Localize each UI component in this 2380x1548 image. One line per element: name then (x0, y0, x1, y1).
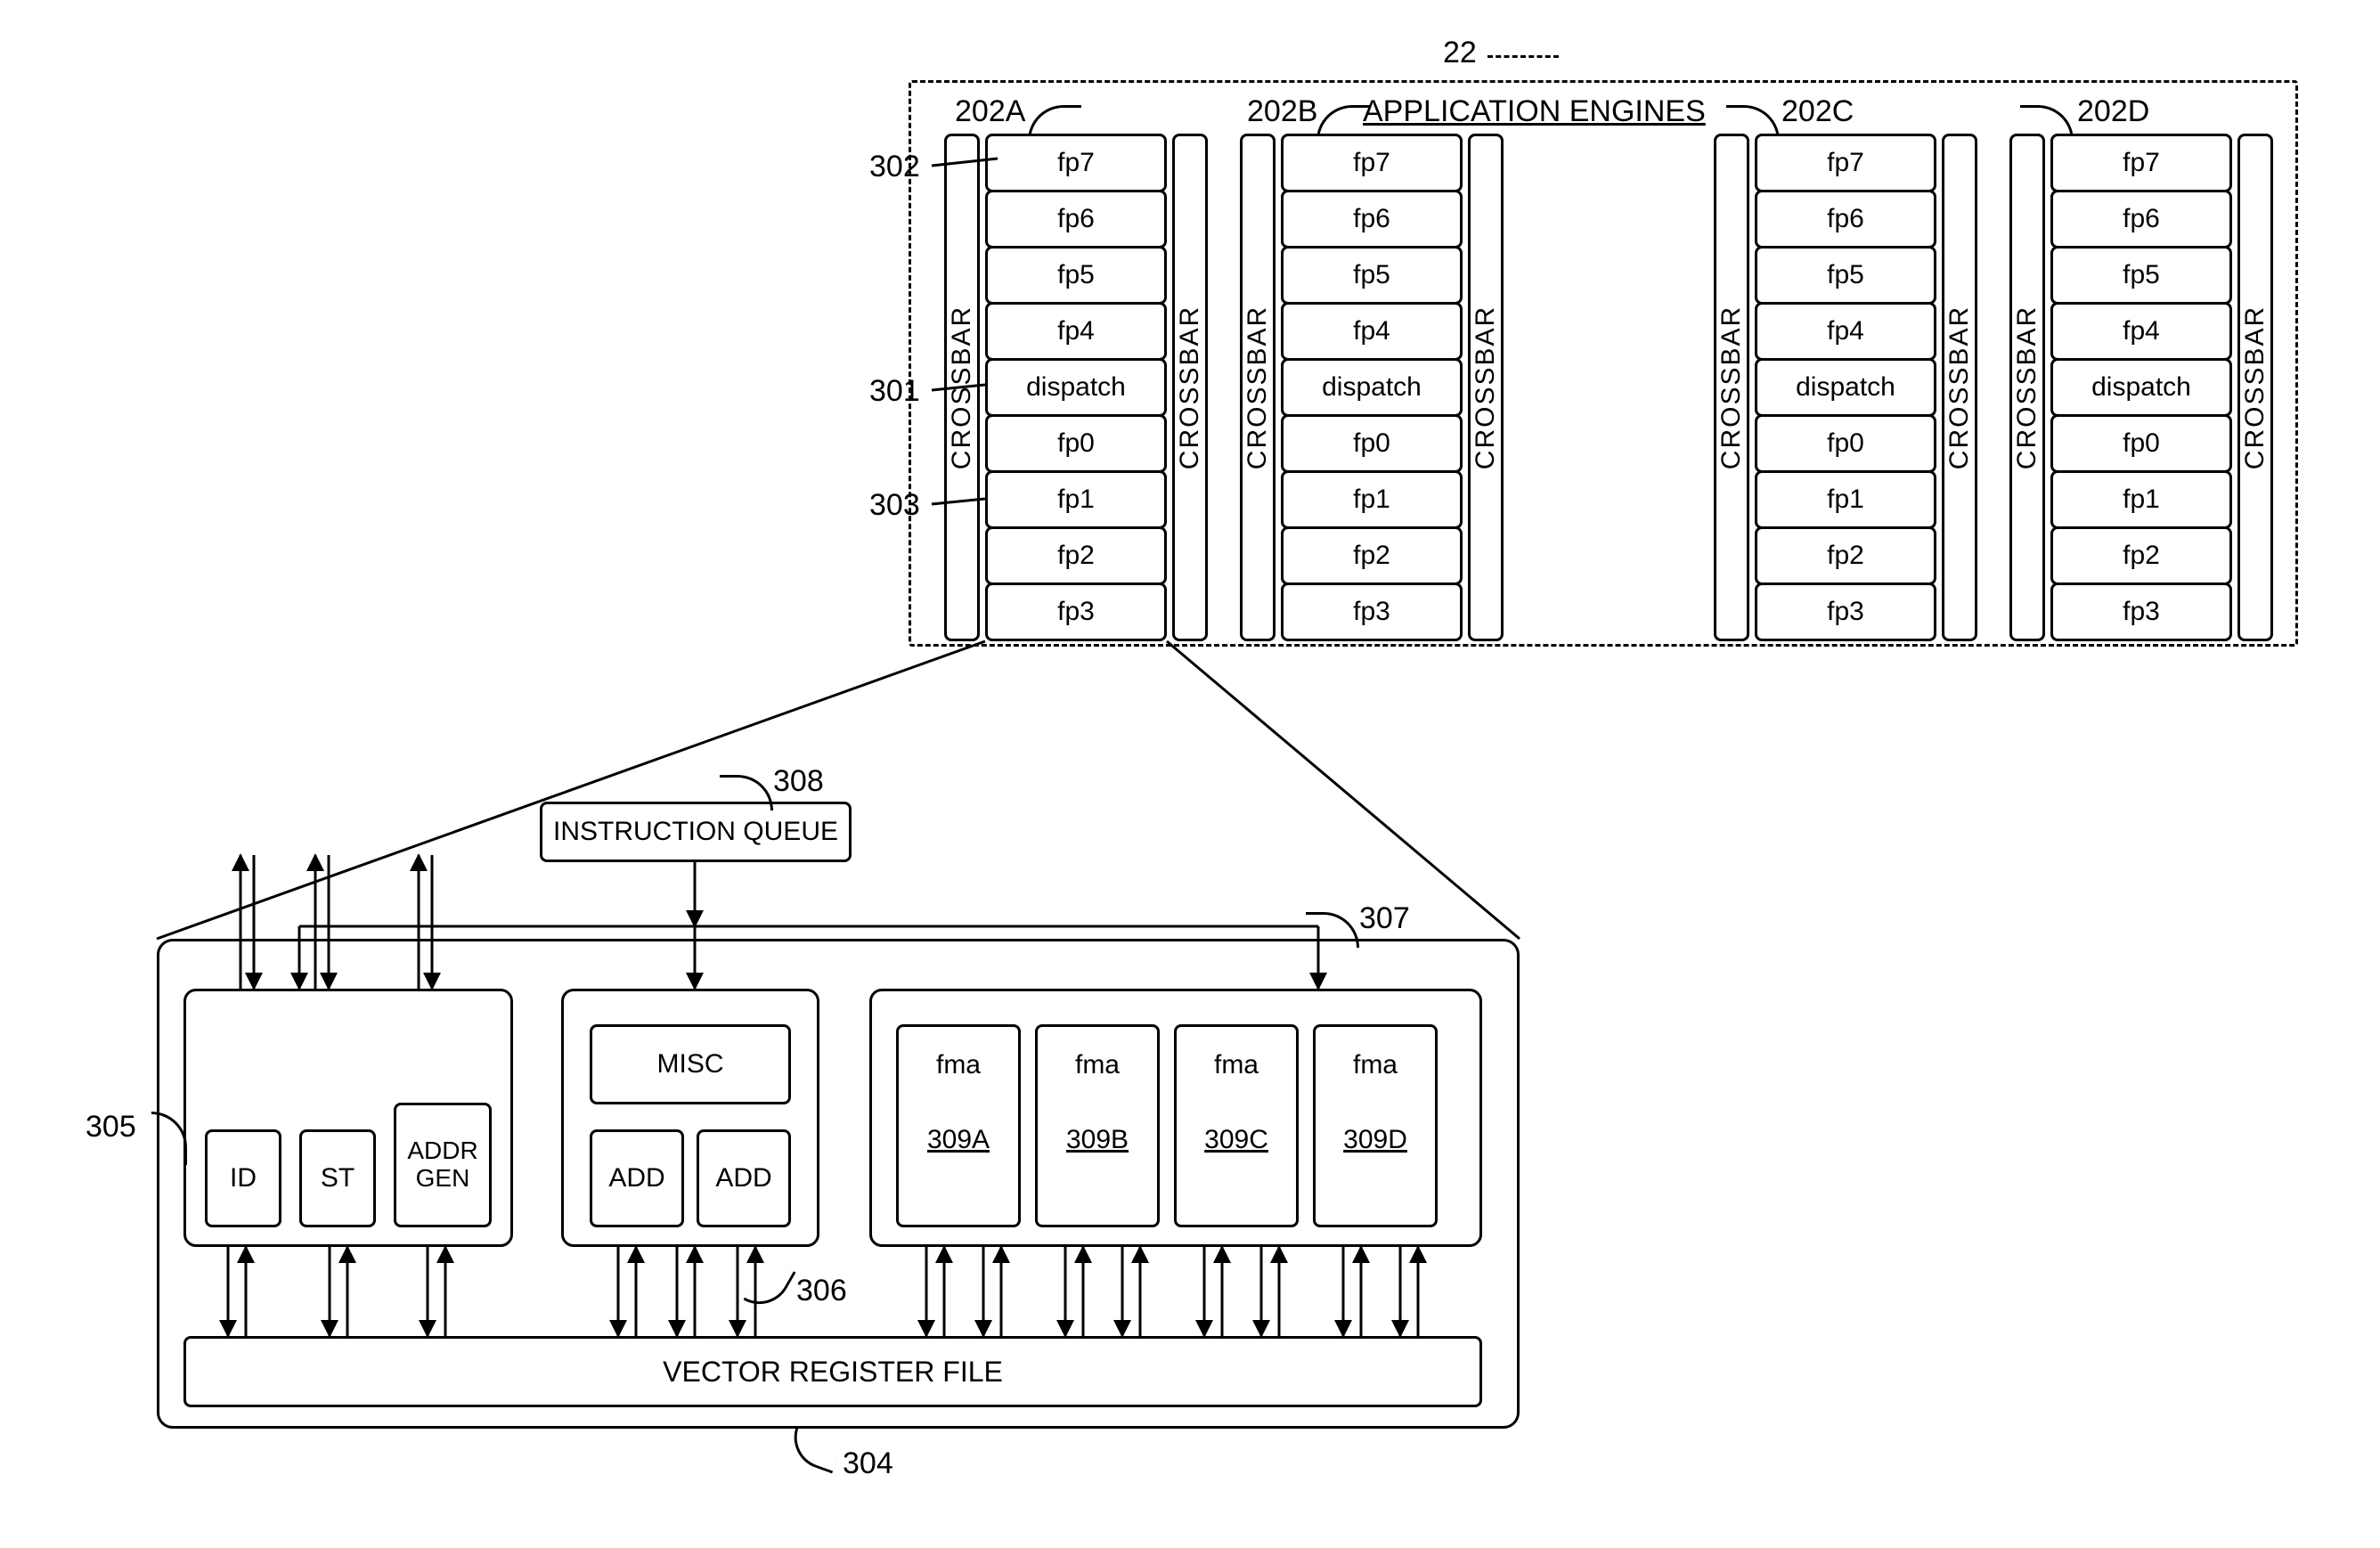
fma-label: fma (1177, 1050, 1296, 1080)
fma-label: fma (1038, 1050, 1157, 1080)
engine-cell-fp7: fp7 (2050, 134, 2232, 192)
ref-308: 308 (773, 764, 824, 799)
fma-309c: fma 309C (1174, 1024, 1299, 1227)
crossbar-right: CROSSBAR (1468, 134, 1504, 641)
fma-309b: fma 309B (1035, 1024, 1160, 1227)
engine-cell-fp1: fp1 (985, 470, 1167, 529)
engine-cell-dispatch: dispatch (1755, 358, 1936, 417)
fma-ref: 309D (1316, 1125, 1435, 1155)
tick-icon (1306, 912, 1359, 948)
ref-22: 22 (1443, 36, 1477, 70)
st-box: ST (299, 1129, 376, 1227)
engine-cell-fp7: fp7 (985, 134, 1167, 192)
fma-309a: fma 309A (896, 1024, 1021, 1227)
tick-icon (720, 775, 773, 811)
engine-cell-dispatch: dispatch (2050, 358, 2232, 417)
engine-cell-fp1: fp1 (1281, 470, 1463, 529)
crossbar-label: CROSSBAR (1944, 306, 1975, 469)
crossbar-label: CROSSBAR (2012, 306, 2042, 469)
engine-cell-dispatch: dispatch (1281, 358, 1463, 417)
add-box-2: ADD (697, 1129, 791, 1227)
crossbar-label: CROSSBAR (1175, 306, 1205, 469)
crossbar-left: CROSSBAR (1240, 134, 1276, 641)
engine-cell-fp5: fp5 (985, 246, 1167, 305)
ref-304: 304 (843, 1446, 893, 1481)
engine-cell-fp4: fp4 (1281, 302, 1463, 361)
engine-cell-fp5: fp5 (1281, 246, 1463, 305)
fma-label: fma (899, 1050, 1018, 1080)
crossbar-right: CROSSBAR (2237, 134, 2273, 641)
fma-label: fma (1316, 1050, 1435, 1080)
crossbar-label: CROSSBAR (947, 306, 977, 469)
engine-cell-fp5: fp5 (1755, 246, 1936, 305)
tick-icon (786, 1427, 844, 1474)
crossbar-label: CROSSBAR (1243, 306, 1273, 469)
engine-cell-fp0: fp0 (1281, 414, 1463, 473)
engine-cell-fp3: fp3 (1755, 583, 1936, 641)
ref-305: 305 (86, 1110, 136, 1145)
fma-ref: 309B (1038, 1125, 1157, 1155)
engine-cell-fp0: fp0 (2050, 414, 2232, 473)
crossbar-right: CROSSBAR (1942, 134, 1977, 641)
engine-cell-fp4: fp4 (985, 302, 1167, 361)
engine-cell-fp1: fp1 (2050, 470, 2232, 529)
crossbar-left: CROSSBAR (2009, 134, 2045, 641)
engine-202d: CROSSBAR fp7fp6fp5fp4dispatchfp0fp1fp2fp3… (2009, 134, 2273, 641)
engine-cell-fp3: fp3 (2050, 583, 2232, 641)
engine-202b: CROSSBAR fp7fp6fp5fp4dispatchfp0fp1fp2fp3… (1240, 134, 1504, 641)
engine-cell-dispatch: dispatch (985, 358, 1167, 417)
engine-stack: fp7fp6fp5fp4dispatchfp0fp1fp2fp3 (1281, 134, 1463, 641)
engine-cell-fp7: fp7 (1755, 134, 1936, 192)
engine-cell-fp1: fp1 (1755, 470, 1936, 529)
crossbar-label: CROSSBAR (1471, 306, 1501, 469)
ref-22-dashline (1488, 55, 1559, 58)
engine-202c: CROSSBAR fp7fp6fp5fp4dispatchfp0fp1fp2fp3… (1714, 134, 1977, 641)
fma-ref: 309A (899, 1125, 1018, 1155)
vector-register-file: VECTOR REGISTER FILE (183, 1336, 1482, 1407)
engine-cell-fp5: fp5 (2050, 246, 2232, 305)
engine-cell-fp2: fp2 (1755, 526, 1936, 585)
fma-ref: 309C (1177, 1125, 1296, 1155)
engine-cell-fp6: fp6 (1281, 190, 1463, 248)
engine-cell-fp0: fp0 (985, 414, 1167, 473)
add-box-1: ADD (590, 1129, 684, 1227)
ref-303: 303 (869, 488, 920, 523)
engine-cell-fp7: fp7 (1281, 134, 1463, 192)
engine-cell-fp2: fp2 (985, 526, 1167, 585)
ref-306: 306 (796, 1274, 847, 1308)
crossbar-left: CROSSBAR (1714, 134, 1749, 641)
engine-cell-fp6: fp6 (2050, 190, 2232, 248)
fma-309d: fma 309D (1313, 1024, 1438, 1227)
ref-202c: 202C (1781, 94, 1854, 129)
engine-cell-fp6: fp6 (1755, 190, 1936, 248)
engine-cell-fp2: fp2 (2050, 526, 2232, 585)
engine-stack: fp7fp6fp5fp4dispatchfp0fp1fp2fp3 (2050, 134, 2232, 641)
ref-307: 307 (1359, 901, 1410, 936)
ref-302: 302 (869, 150, 920, 184)
misc-box: MISC (590, 1024, 791, 1104)
crossbar-label: CROSSBAR (1716, 306, 1747, 469)
engine-cell-fp6: fp6 (985, 190, 1167, 248)
ref-202a: 202A (955, 94, 1025, 129)
engine-stack: fp7fp6fp5fp4dispatchfp0fp1fp2fp3 (1755, 134, 1936, 641)
ref-301: 301 (869, 374, 920, 409)
crossbar-left: CROSSBAR (944, 134, 980, 641)
engine-cell-fp4: fp4 (1755, 302, 1936, 361)
id-box: ID (205, 1129, 281, 1227)
engine-cell-fp3: fp3 (1281, 583, 1463, 641)
engine-cell-fp4: fp4 (2050, 302, 2232, 361)
ref-202d: 202D (2077, 94, 2149, 129)
engine-stack: fp7fp6fp5fp4dispatchfp0fp1fp2fp3 (985, 134, 1167, 641)
engine-cell-fp0: fp0 (1755, 414, 1936, 473)
crossbar-right: CROSSBAR (1172, 134, 1208, 641)
diagram-root: 22 APPLICATION ENGINES 202A 202B 202C 20… (0, 0, 2380, 1548)
engine-cell-fp2: fp2 (1281, 526, 1463, 585)
ref-202b: 202B (1247, 94, 1317, 129)
app-engines-title: APPLICATION ENGINES (1363, 94, 1706, 129)
engine-cell-fp3: fp3 (985, 583, 1167, 641)
engine-202a: CROSSBAR fp7fp6fp5fp4dispatchfp0fp1fp2fp3… (944, 134, 1208, 641)
instruction-queue: INSTRUCTION QUEUE (540, 802, 852, 862)
crossbar-label: CROSSBAR (2240, 306, 2270, 469)
addr-gen-box: ADDR GEN (394, 1103, 492, 1227)
